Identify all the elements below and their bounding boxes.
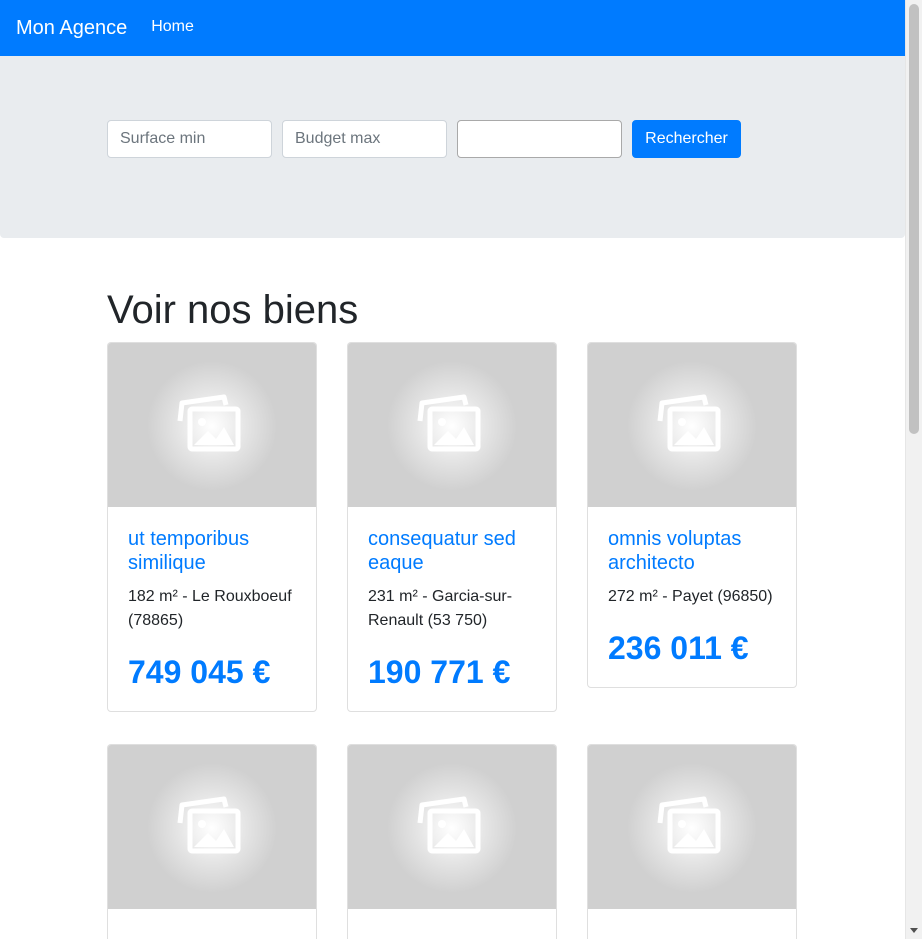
property-details: 231 m² - Garcia-sur-Renault (53 750) — [368, 588, 513, 629]
property-image — [348, 745, 556, 909]
brand-link[interactable]: Mon Agence — [16, 17, 127, 40]
property-image — [348, 343, 556, 507]
budget-max-input[interactable] — [282, 120, 447, 158]
search-form: Rechercher — [107, 120, 741, 158]
scrollbar-thumb[interactable] — [909, 4, 919, 434]
image-placeholder-icon — [417, 394, 481, 452]
image-placeholder-icon — [177, 394, 241, 452]
card-body: omnis voluptas architecto 272 m² - Payet… — [588, 507, 796, 687]
card-body: ut temporibus similique 182 m² - Le Roux… — [108, 507, 316, 711]
property-card — [107, 744, 317, 939]
property-card — [347, 744, 557, 939]
image-placeholder-icon — [417, 796, 481, 854]
property-image — [588, 343, 796, 507]
property-title-link[interactable]: ut temporibus similique — [128, 528, 249, 574]
nav-link-home[interactable]: Home — [151, 18, 194, 36]
image-placeholder-icon — [177, 796, 241, 854]
section-title: Voir nos biens — [107, 288, 359, 332]
card-body: consequatur sed eaque 231 m² - Garcia-su… — [348, 507, 556, 711]
top-navbar: Mon Agence Home — [0, 0, 905, 56]
property-card — [587, 744, 797, 939]
search-banner: Rechercher — [0, 56, 905, 238]
property-details: 272 m² - Payet (96850) — [608, 588, 773, 605]
property-image — [108, 343, 316, 507]
property-title-link[interactable]: consequatur sed eaque — [368, 528, 516, 574]
property-card: consequatur sed eaque 231 m² - Garcia-su… — [347, 342, 557, 712]
property-title-link[interactable]: omnis voluptas architecto — [608, 528, 741, 574]
image-placeholder-icon — [657, 394, 721, 452]
property-image — [108, 745, 316, 909]
property-card: omnis voluptas architecto 272 m² - Payet… — [587, 342, 797, 688]
image-placeholder-icon — [657, 796, 721, 854]
third-search-input[interactable] — [457, 120, 622, 158]
search-button[interactable]: Rechercher — [632, 120, 741, 158]
property-price: 749 045 € — [128, 654, 271, 690]
property-details: 182 m² - Le Rouxboeuf (78865) — [128, 588, 292, 629]
property-price: 236 011 € — [608, 630, 749, 666]
property-image — [588, 745, 796, 909]
property-card: ut temporibus similique 182 m² - Le Roux… — [107, 342, 317, 712]
property-price: 190 771 € — [368, 654, 511, 690]
scroll-down-arrow-icon[interactable] — [910, 928, 918, 933]
page-scrollbar[interactable] — [905, 0, 922, 939]
surface-min-input[interactable] — [107, 120, 272, 158]
